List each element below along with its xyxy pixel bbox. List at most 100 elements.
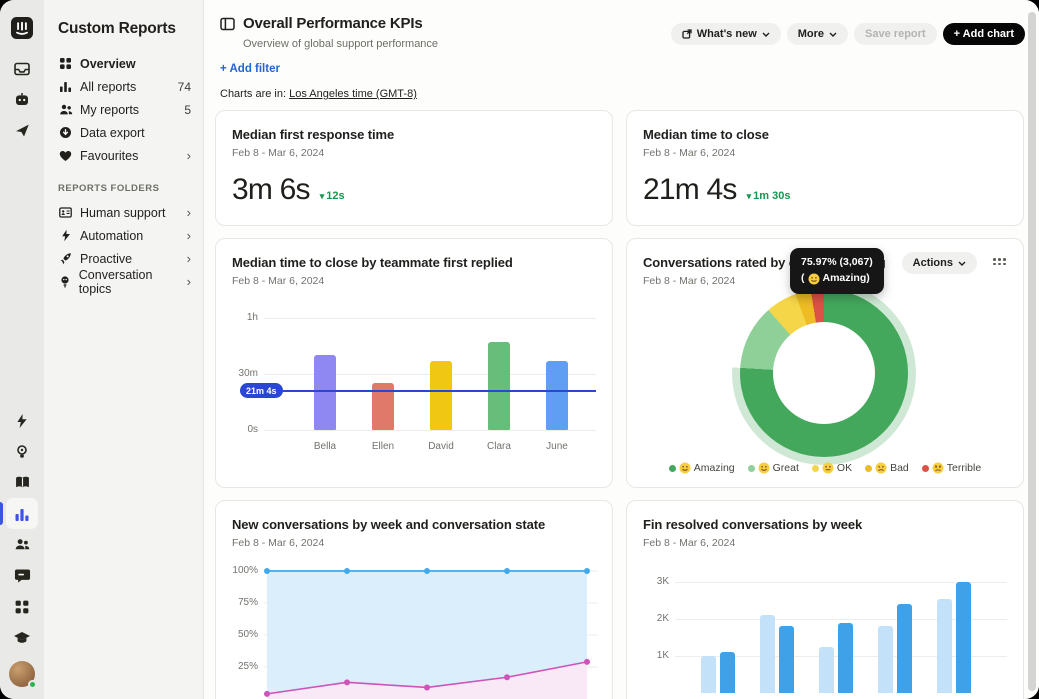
sidebar-item-count: 5 (184, 103, 191, 117)
y-tick-label: 50% (216, 629, 258, 640)
add-chart-button[interactable]: + Add chart (943, 23, 1025, 45)
page-title: Overall Performance KPIs (243, 15, 422, 32)
insights-icon[interactable] (6, 436, 38, 467)
panel-toggle-icon[interactable] (220, 17, 235, 31)
intercom-logo[interactable] (6, 12, 38, 43)
add-filter-button[interactable]: + Add filter (220, 63, 1023, 75)
drag-handle-icon[interactable] (993, 258, 1006, 265)
legend-item-terrible[interactable]: Terrible (922, 462, 981, 474)
bar-week1-series-dark[interactable] (720, 652, 735, 693)
sidebar-item-all-reports[interactable]: All reports 74 (44, 75, 203, 98)
triangle-down-icon: ▾ (747, 191, 752, 201)
sidebar-item-overview[interactable]: Overview (44, 52, 203, 75)
sidebar-item-my-reports[interactable]: My reports 5 (44, 98, 203, 121)
median-reference-badge[interactable]: 21m 4s (240, 383, 283, 398)
card-median-time-to-close: Median time to close Feb 8 - Mar 6, 2024… (626, 110, 1024, 226)
card-date-range: Feb 8 - Mar 6, 2024 (643, 147, 1007, 159)
sidebar-folder-automation[interactable]: Automation › (44, 224, 203, 247)
save-report-button[interactable]: Save report (854, 23, 937, 45)
actions-button[interactable]: Actions (902, 252, 977, 274)
card-median-close-by-teammate: Median time to close by teammate first r… (215, 238, 613, 488)
bar-week1-series-light[interactable] (701, 656, 716, 693)
timezone-row: Charts are in: Los Angeles time (GMT-8) (220, 88, 1023, 100)
x-tick-label: Ellen (353, 441, 413, 452)
legend-dot (922, 465, 929, 472)
card-conversations-rated: Conversations rated by customer rating F… (626, 238, 1024, 488)
more-button[interactable]: More (787, 23, 848, 45)
sidebar-item-label: Conversation topics (79, 268, 180, 296)
chevron-down-icon (762, 32, 770, 37)
card-date-range: Feb 8 - Mar 6, 2024 (232, 147, 596, 159)
bar-week3-series-light[interactable] (819, 647, 834, 693)
cards-grid: Median first response time Feb 8 - Mar 6… (215, 110, 1024, 699)
external-link-icon (682, 29, 692, 39)
tooltip-label: (Amazing) (801, 271, 873, 287)
bar-clara[interactable] (488, 342, 510, 430)
sidebar-item-label: My reports (80, 103, 139, 117)
sidebar-item-label: Favourites (80, 149, 138, 163)
whats-new-button[interactable]: What's new (671, 23, 781, 45)
id-card-icon (58, 206, 73, 219)
sidebar-item-data-export[interactable]: Data export (44, 121, 203, 144)
outbound-icon[interactable] (6, 115, 38, 146)
legend-item-amazing[interactable]: Amazing (669, 462, 735, 474)
y-tick-label: 3K (627, 576, 669, 587)
y-tick-label: 100% (216, 565, 258, 576)
sidebar-item-label: Overview (80, 57, 136, 71)
legend-dot (865, 465, 872, 472)
chevron-right-icon: › (187, 149, 191, 162)
bar-david[interactable] (430, 361, 452, 430)
fin-ai-icon[interactable] (6, 84, 38, 115)
card-title: Median time to close (643, 127, 1007, 142)
automation-icon[interactable] (6, 405, 38, 436)
kpi-value: 3m 6s (232, 173, 310, 207)
conversations-icon[interactable] (6, 560, 38, 591)
card-new-conversations-by-state: New conversations by week and conversati… (215, 500, 613, 699)
sidebar-folder-human-support[interactable]: Human support › (44, 201, 203, 224)
app-window: Custom Reports Overview All reports 74 M… (0, 0, 1039, 699)
bar-week2-series-light[interactable] (760, 615, 775, 693)
rocket-icon (58, 252, 73, 265)
card-title: Fin resolved conversations by week (643, 517, 1007, 532)
happy-face-icon (758, 462, 770, 474)
main-content: Overall Performance KPIs Overview of glo… (204, 0, 1039, 699)
knowledge-icon[interactable] (6, 467, 38, 498)
legend-item-great[interactable]: Great (748, 462, 799, 474)
y-tick-label: 25% (216, 661, 258, 672)
vertical-scrollbar[interactable] (1028, 12, 1036, 691)
sidebar-folder-conversation-topics[interactable]: Conversation topics › (44, 270, 203, 293)
timezone-link[interactable]: Los Angeles time (GMT-8) (289, 88, 417, 100)
bar-june[interactable] (546, 361, 568, 430)
chevron-right-icon: › (187, 206, 191, 219)
legend-item-bad[interactable]: Bad (865, 462, 909, 474)
stacked-area-chart[interactable] (216, 501, 614, 699)
bar-week4-series-dark[interactable] (897, 604, 912, 693)
bar-week4-series-light[interactable] (878, 626, 893, 693)
kpi-delta: ▾12s (320, 190, 345, 202)
bar-week3-series-dark[interactable] (838, 623, 853, 693)
bar-week5-series-light[interactable] (937, 599, 952, 693)
bar-bella[interactable] (314, 355, 336, 430)
kpi-value: 21m 4s (643, 173, 737, 207)
sad-face-icon (875, 462, 887, 474)
inbox-icon[interactable] (6, 53, 38, 84)
bar-week2-series-dark[interactable] (779, 626, 794, 693)
user-avatar[interactable] (9, 661, 35, 687)
bar-week5-series-dark[interactable] (956, 582, 971, 693)
contacts-icon[interactable] (6, 529, 38, 560)
chevron-right-icon: › (187, 252, 191, 265)
y-tick-label: 30m (216, 368, 258, 379)
x-tick-label: Bella (295, 441, 355, 452)
x-tick-label: Clara (469, 441, 529, 452)
sidebar-item-label: Human support (80, 206, 165, 220)
apps-icon[interactable] (6, 591, 38, 622)
sidebar-item-favourites[interactable]: Favourites › (44, 144, 203, 167)
card-title: Median time to close by teammate first r… (232, 255, 596, 270)
reports-icon[interactable] (6, 498, 38, 529)
academy-icon[interactable] (6, 622, 38, 653)
rating-legend: Amazing Great OK Bad Terrible (627, 462, 1023, 474)
grid-icon (58, 57, 73, 70)
legend-dot (669, 465, 676, 472)
whats-new-label: What's new (697, 28, 757, 40)
legend-item-ok[interactable]: OK (812, 462, 852, 474)
